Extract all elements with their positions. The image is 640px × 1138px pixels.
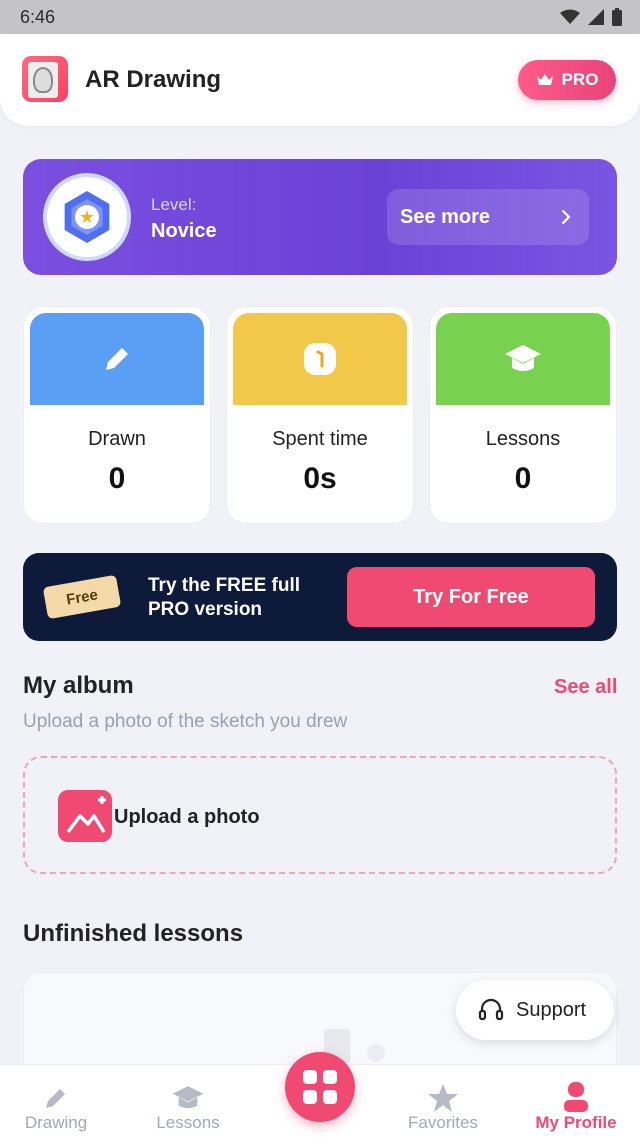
see-all-link[interactable]: See all	[554, 676, 617, 699]
upload-photo-label: Upload a photo	[114, 806, 260, 828]
grid-icon	[303, 1070, 317, 1084]
stat-header-lessons	[436, 313, 610, 405]
stat-value: 0	[514, 462, 532, 495]
support-button[interactable]: Support	[456, 980, 614, 1040]
level-label: Level:	[151, 195, 197, 214]
level-value: Novice	[151, 220, 217, 242]
nav-item-favorites[interactable]: Favorites	[388, 1065, 498, 1138]
album-subtitle: Upload a photo of the sketch you drew	[23, 711, 348, 732]
stat-card-drawn[interactable]: Drawn 0	[23, 306, 211, 524]
nav-item-drawing[interactable]: Drawing	[1, 1065, 111, 1138]
nav-label: Lessons	[156, 1113, 220, 1132]
free-ticket-icon: Free	[42, 574, 122, 620]
pencil-icon	[106, 348, 128, 370]
stat-label: Drawn	[88, 428, 146, 450]
battery-icon	[612, 8, 622, 26]
clock-icon	[304, 343, 336, 375]
nav-label: Drawing	[24, 1113, 88, 1132]
status-time: 6:46	[20, 6, 56, 27]
person-icon	[564, 1082, 588, 1112]
graduation-cap-icon	[172, 1086, 204, 1109]
try-for-free-button[interactable]: Try For Free	[347, 567, 595, 627]
level-card: ★ Level: Novice See more	[23, 159, 617, 275]
album-title: My album	[23, 672, 134, 699]
nav-item-lessons[interactable]: Lessons	[133, 1065, 243, 1138]
pro-button[interactable]: PRO	[518, 60, 616, 100]
level-badge-icon: ★	[43, 173, 131, 261]
upload-photo-area[interactable]: Upload a photo	[23, 756, 617, 874]
star-icon: ★	[75, 205, 99, 229]
support-label: Support	[516, 998, 587, 1021]
see-more-label: See more	[400, 205, 491, 228]
see-more-button[interactable]: See more	[387, 189, 589, 245]
ticket-label: Free	[64, 585, 100, 609]
chevron-right-icon	[561, 209, 571, 225]
stat-card-spent-time[interactable]: Spent time 0s	[226, 306, 414, 524]
pro-label: PRO	[561, 70, 599, 89]
crown-icon	[536, 74, 553, 85]
add-image-icon	[58, 790, 112, 842]
stat-header-drawn	[30, 313, 204, 405]
promo-text: Try the FREE full PRO version	[148, 575, 301, 620]
signal-icon	[588, 9, 604, 25]
app-header: AR Drawing PRO	[0, 34, 640, 126]
stat-header-spent-time	[233, 313, 407, 405]
unfinished-lessons-title: Unfinished lessons	[23, 920, 244, 947]
wifi-icon	[560, 9, 580, 24]
status-icons	[560, 8, 622, 26]
app-title: AR Drawing	[85, 66, 222, 93]
headset-icon	[478, 998, 504, 1021]
nav-item-my-profile[interactable]: My Profile	[521, 1065, 631, 1138]
graduation-cap-icon	[505, 345, 541, 371]
pro-promo-banner: Free Try the FREE full PRO version Try F…	[23, 553, 617, 641]
pencil-icon	[46, 1089, 65, 1108]
center-menu-button[interactable]	[285, 1052, 355, 1122]
nav-label: Favorites	[408, 1113, 478, 1132]
status-bar: 6:46	[0, 0, 640, 34]
stat-value: 0s	[303, 462, 337, 495]
app-logo-icon	[22, 56, 68, 102]
star-icon	[428, 1084, 458, 1112]
stat-label: Lessons	[485, 428, 561, 450]
nav-label: My Profile	[535, 1113, 617, 1132]
stat-card-lessons[interactable]: Lessons 0	[429, 306, 617, 524]
stat-value: 0	[108, 462, 126, 495]
stat-label: Spent time	[272, 428, 368, 450]
